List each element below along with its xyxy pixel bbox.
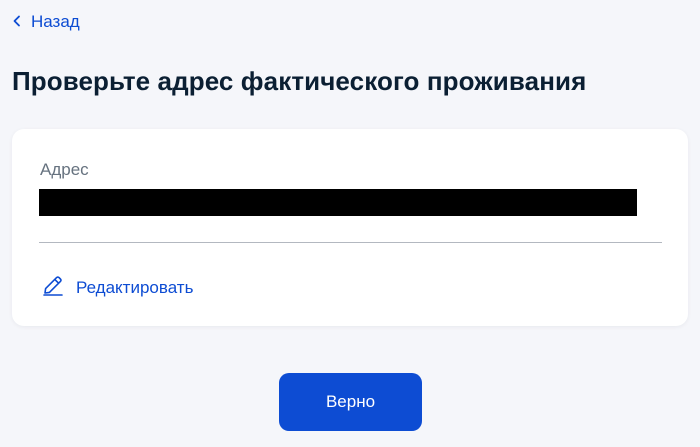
back-link[interactable]: Назад	[11, 12, 80, 32]
address-label: Адрес	[40, 160, 89, 179]
edit-address-link[interactable]: Редактировать	[42, 274, 193, 301]
confirm-button[interactable]: Верно	[279, 373, 422, 431]
chevron-left-icon	[11, 12, 31, 32]
back-link-label: Назад	[31, 12, 80, 31]
page-title: Проверьте адрес фактического проживания	[12, 66, 587, 96]
edit-address-label: Редактировать	[76, 277, 194, 297]
divider	[39, 242, 662, 243]
address-value-redacted	[39, 189, 637, 216]
pencil-icon	[42, 274, 76, 301]
address-card: Адрес Редактировать	[12, 129, 688, 326]
